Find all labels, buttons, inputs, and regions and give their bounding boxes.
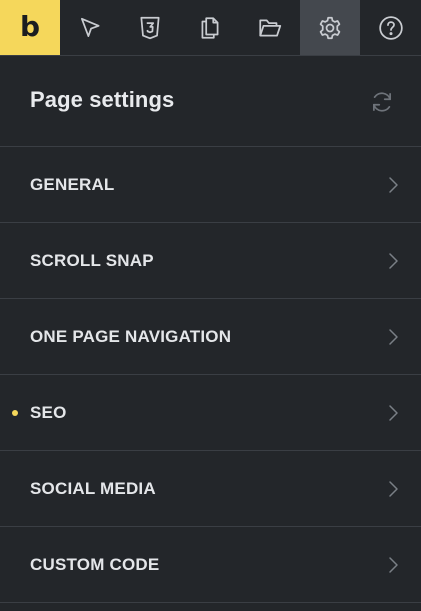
settings-button[interactable]	[300, 0, 360, 55]
css-classes-button[interactable]	[120, 0, 180, 55]
pages-button[interactable]	[180, 0, 240, 55]
folder-open-icon	[259, 19, 282, 36]
menu-item-label: SOCIAL MEDIA	[30, 479, 156, 498]
chevron-right-icon	[386, 328, 400, 346]
chevron-right-icon	[386, 404, 400, 422]
cursor-arrow-icon	[81, 17, 100, 37]
refresh-icon	[373, 92, 391, 112]
menu-item-seo[interactable]: SEO	[0, 375, 421, 451]
gear-icon	[319, 16, 341, 39]
menu-item-social-media[interactable]: SOCIAL MEDIA	[0, 451, 421, 527]
menu-item-label: SCROLL SNAP	[30, 251, 154, 270]
css3-icon	[140, 16, 160, 39]
settings-menu: GENERAL SCROLL SNAP ONE PAGE NAVIGATION …	[0, 147, 421, 603]
menu-item-label: CUSTOM CODE	[30, 555, 160, 574]
logo: b	[19, 9, 41, 43]
help-circle-icon	[378, 15, 403, 40]
top-toolbar: b	[0, 0, 421, 56]
modified-indicator-dot	[12, 410, 18, 416]
templates-button[interactable]	[240, 0, 300, 55]
select-element-button[interactable]	[60, 0, 120, 55]
menu-item-custom-code[interactable]: CUSTOM CODE	[0, 527, 421, 603]
reset-settings-button[interactable]	[369, 89, 395, 115]
panel-header: Page settings	[0, 56, 421, 147]
chevron-right-icon	[386, 176, 400, 194]
chevron-right-icon	[386, 556, 400, 574]
menu-item-one-page-navigation[interactable]: ONE PAGE NAVIGATION	[0, 299, 421, 375]
menu-item-label: SEO	[30, 403, 67, 422]
page-title: Page settings	[30, 87, 175, 112]
help-button[interactable]	[360, 0, 421, 55]
menu-item-general[interactable]: GENERAL	[0, 147, 421, 223]
menu-item-label: GENERAL	[30, 175, 115, 194]
pages-icon	[201, 16, 219, 39]
chevron-right-icon	[386, 480, 400, 498]
chevron-right-icon	[386, 252, 400, 270]
menu-item-scroll-snap[interactable]: SCROLL SNAP	[0, 223, 421, 299]
logo-button[interactable]: b	[0, 0, 60, 55]
menu-item-label: ONE PAGE NAVIGATION	[30, 327, 232, 346]
